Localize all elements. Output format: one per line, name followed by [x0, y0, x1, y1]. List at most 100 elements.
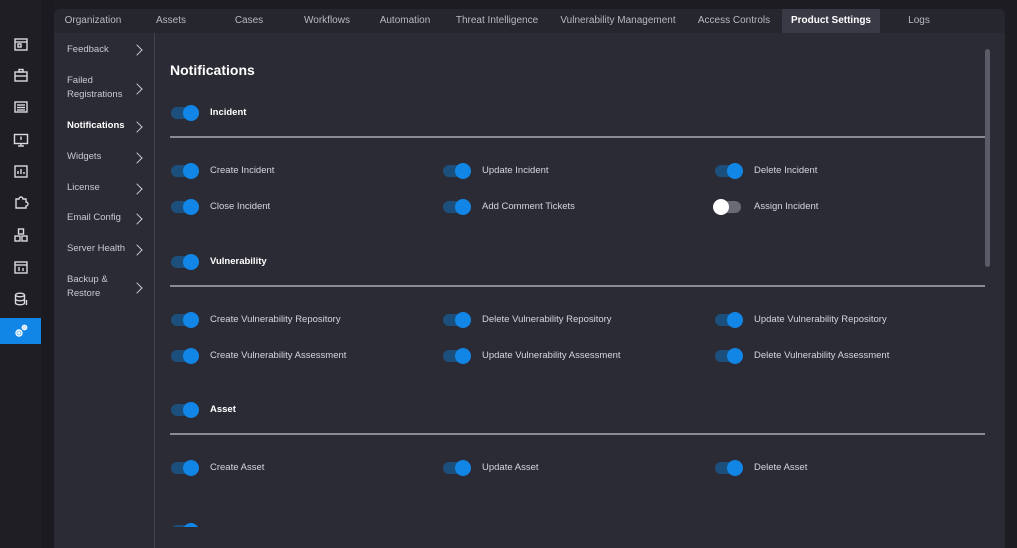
tab-cases[interactable]: Cases — [210, 9, 288, 33]
database-icon[interactable] — [0, 286, 41, 312]
toggle-knob — [727, 460, 743, 476]
toggle-knob — [727, 312, 743, 328]
group-label-incident: Incident — [210, 107, 247, 118]
option-label: Update Asset — [482, 462, 539, 473]
toggle-knob — [455, 460, 471, 476]
option-label: Add Comment Tickets — [482, 201, 575, 212]
settings-gears-icon[interactable] — [0, 318, 41, 344]
option-label: Create Asset — [210, 462, 265, 473]
rail-gap — [41, 0, 54, 548]
settings-sidebar: Feedback Failed Registrations Notificati… — [54, 33, 155, 548]
toggle-delete-vulnerability-repository[interactable] — [443, 312, 471, 328]
option-label: Delete Vulnerability Repository — [482, 314, 612, 325]
vertical-scrollbar[interactable] — [985, 49, 990, 267]
toggle-knob — [727, 348, 743, 364]
toggle-knob — [183, 312, 199, 328]
option-label: Assign Incident — [754, 201, 819, 212]
toggle-knob — [183, 402, 199, 418]
toggle-delete-asset[interactable] — [715, 460, 743, 476]
option-label: Update Vulnerability Assessment — [482, 350, 621, 361]
toggle-update-vulnerability-assessment[interactable] — [443, 348, 471, 364]
monitor-alert-icon[interactable] — [0, 127, 41, 153]
toggle-create-vulnerability-assessment[interactable] — [171, 348, 199, 364]
option-label: Delete Vulnerability Assessment — [754, 350, 890, 361]
tab-logs[interactable]: Logs — [880, 9, 958, 33]
option-label: Delete Incident — [754, 165, 818, 176]
group-label-asset: Asset — [210, 404, 236, 415]
tab-threat-intelligence[interactable]: Threat Intelligence — [444, 9, 550, 33]
tab-access-controls[interactable]: Access Controls — [686, 9, 782, 33]
option-label: Update Incident — [482, 165, 549, 176]
toggle-knob — [455, 312, 471, 328]
toggle-knob — [183, 163, 199, 179]
divider — [170, 136, 985, 138]
toggle-create-vulnerability-repository[interactable] — [171, 312, 199, 328]
cubes-icon[interactable] — [0, 222, 41, 248]
puzzle-icon[interactable] — [0, 189, 41, 215]
toggle-add-comment-tickets[interactable] — [443, 199, 471, 215]
chevron-right-icon — [131, 282, 143, 294]
divider — [170, 285, 985, 287]
group-label-vulnerability: Vulnerability — [210, 256, 267, 267]
option-label: Close Incident — [210, 201, 271, 212]
top-tab-bar: Organization Assets Cases Workflows Auto… — [54, 9, 1005, 33]
toggle-vulnerability-group[interactable] — [171, 254, 199, 270]
tab-vulnerability-management[interactable]: Vulnerability Management — [550, 9, 686, 33]
tab-assets[interactable]: Assets — [132, 9, 210, 33]
toggle-assign-incident[interactable] — [713, 199, 741, 215]
clipped-next-row — [171, 523, 201, 527]
tab-automation[interactable]: Automation — [366, 9, 444, 33]
toggle-knob — [713, 199, 729, 215]
tab-workflows[interactable]: Workflows — [288, 9, 366, 33]
tab-product-settings[interactable]: Product Settings — [782, 9, 880, 33]
toggle-create-incident[interactable] — [171, 163, 199, 179]
option-label: Create Incident — [210, 165, 275, 176]
chart-icon[interactable] — [0, 158, 41, 184]
sidebar-item-label: Email Config — [67, 212, 121, 223]
option-label: Create Vulnerability Assessment — [210, 350, 347, 361]
chevron-right-icon — [131, 83, 143, 95]
notifications-panel: Notifications Incident Create Incident U… — [156, 33, 1005, 548]
toggle-knob — [183, 348, 199, 364]
toggle-update-asset[interactable] — [443, 460, 471, 476]
toggle-knob — [183, 199, 199, 215]
sidebar-item-backup-restore[interactable]: Backup & Restore — [67, 273, 127, 301]
sidebar-item-label: Widgets — [67, 151, 102, 162]
sidebar-item-label: Failed Registrations — [67, 75, 123, 100]
list-window-icon[interactable] — [0, 94, 41, 120]
divider — [170, 433, 985, 435]
dashboard-icon[interactable] — [0, 254, 41, 280]
toggle-update-vulnerability-repository[interactable] — [715, 312, 743, 328]
toggle-knob — [727, 163, 743, 179]
app-window: Organization Assets Cases Workflows Auto… — [54, 9, 1005, 548]
sidebar-item-label: Backup & Restore — [67, 274, 108, 299]
sidebar-item-label: License — [67, 182, 100, 193]
sidebar-item-label: Feedback — [67, 44, 109, 55]
toggle-delete-vulnerability-assessment[interactable] — [715, 348, 743, 364]
toggle-next-group[interactable] — [171, 523, 199, 527]
sidebar-item-label: Server Health — [67, 243, 126, 254]
toggle-knob — [455, 348, 471, 364]
toggle-delete-incident[interactable] — [715, 163, 743, 179]
toggle-knob — [183, 105, 199, 121]
tab-organization[interactable]: Organization — [54, 9, 132, 33]
toggle-knob — [183, 523, 199, 527]
toggle-knob — [183, 254, 199, 270]
option-label: Delete Asset — [754, 462, 808, 473]
option-label: Create Vulnerability Repository — [210, 314, 341, 325]
toggle-knob — [455, 163, 471, 179]
toggle-incident-group[interactable] — [171, 105, 199, 121]
sidebar-item-failed-registrations[interactable]: Failed Registrations — [67, 74, 127, 102]
toggle-create-asset[interactable] — [171, 460, 199, 476]
option-label: Update Vulnerability Repository — [754, 314, 887, 325]
toggle-asset-group[interactable] — [171, 402, 199, 418]
sidebar-item-label: Notifications — [67, 120, 125, 131]
icon-rail — [0, 0, 41, 548]
toggle-knob — [183, 460, 199, 476]
briefcase-icon[interactable] — [0, 62, 41, 88]
toggle-update-incident[interactable] — [443, 163, 471, 179]
page-title: Notifications — [170, 62, 255, 78]
toggle-close-incident[interactable] — [171, 199, 199, 215]
calendar-icon[interactable] — [0, 31, 41, 57]
toggle-knob — [455, 199, 471, 215]
